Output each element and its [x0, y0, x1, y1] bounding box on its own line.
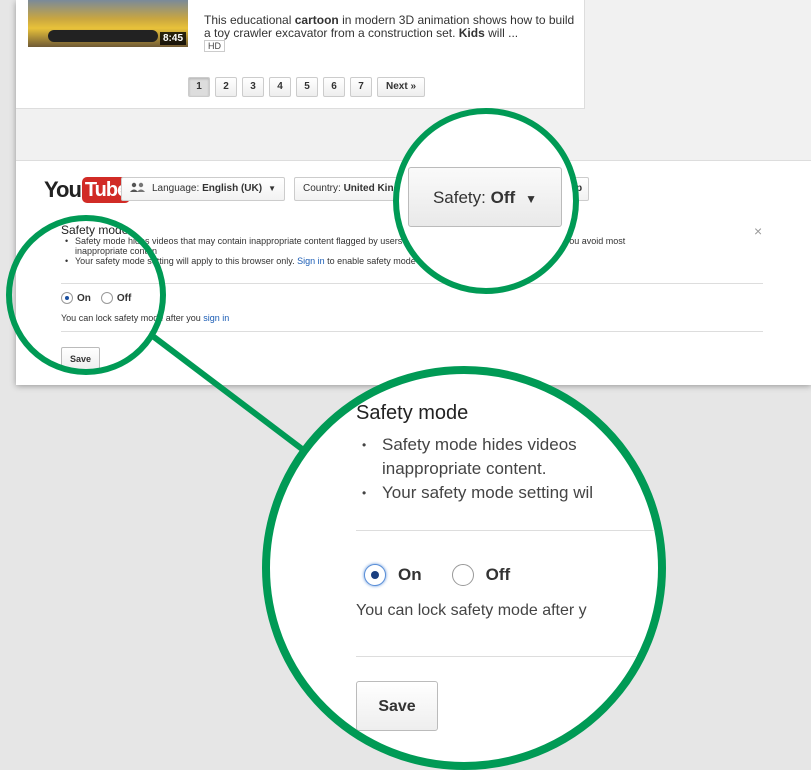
- big-lock-note: You can lock safety mode after y: [356, 602, 587, 619]
- safety-mode-zoom-ring: Safety mode Safety mode hides videosinap…: [262, 366, 666, 770]
- info-item: Safety mode hides videosinappropriate co…: [356, 433, 658, 481]
- big-radio-group: On Off: [364, 564, 510, 586]
- big-zoom-content: Safety mode Safety mode hides videosinap…: [356, 402, 658, 505]
- big-info-list: Safety mode hides videosinappropriate co…: [356, 433, 658, 505]
- safety-zoom-ring: Safety: Off ▼: [393, 108, 579, 294]
- radio-off[interactable]: [451, 564, 474, 586]
- safety-dropdown-button[interactable]: Safety: Off ▼: [408, 167, 562, 227]
- chevron-down-icon: ▼: [525, 192, 538, 206]
- divider: [356, 656, 658, 657]
- divider: [356, 530, 658, 531]
- radio-on[interactable]: [364, 564, 386, 586]
- info-item: Your safety mode setting wil: [356, 481, 658, 505]
- big-save-button[interactable]: Save: [356, 681, 438, 731]
- big-safety-title: Safety mode: [356, 402, 469, 424]
